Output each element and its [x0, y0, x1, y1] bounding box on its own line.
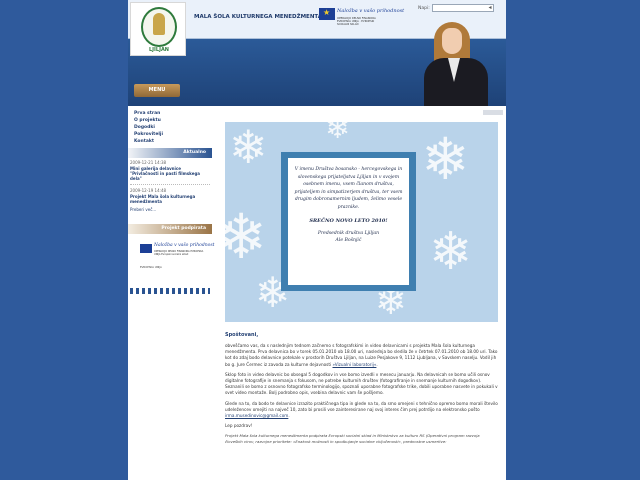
article-paragraph: Glede na to, da bodo te delavnice izrazi…: [225, 400, 498, 419]
sponsor-title: Naložba v vašo prihodnost: [154, 243, 215, 248]
page: LJILJAN MALA ŠOLA KULTURNEGA MENEDŽMENTA…: [128, 0, 506, 480]
card-message: V imenu Društva bosansko - hercegovskega…: [288, 158, 409, 285]
eu-banner: Naložba v vašo prihodnost OPERACIJO DELN…: [319, 6, 404, 32]
article-footnote: Projekt Mala šola kulturnega menedžmenta…: [225, 433, 480, 444]
nav-item-about[interactable]: O projektu: [134, 117, 163, 124]
snowflake-icon: ❄: [429, 222, 473, 282]
news-title[interactable]: Mini galerija delavnice "Privlačnosti in…: [130, 166, 210, 181]
print-icon[interactable]: [483, 110, 503, 115]
snowflake-icon: ❄: [325, 122, 351, 146]
card-greeting: SREČNO NOVO LETO 2010!: [309, 217, 388, 224]
holiday-card: ❄ ❄ ❄ ❄ ❄ ❄ ❄ V imenu Društva bosansko -…: [225, 122, 498, 322]
email-link[interactable]: irma.musedinovic@gmail.com: [225, 413, 288, 418]
snowflake-icon: ❄: [229, 122, 268, 174]
nav-item-sponsors[interactable]: Pokrovitelji: [134, 131, 163, 138]
news-title[interactable]: Projekt Mala šola kulturnega menedžmenta: [130, 194, 210, 204]
read-more-link[interactable]: Preberi več...: [130, 207, 210, 212]
card-signer-role: Predsednik društva Ljiljan: [317, 230, 380, 236]
sponsors-header: Projekt podpirata: [128, 224, 212, 234]
logo-text: LJILJAN: [148, 47, 169, 53]
card-text: V imenu Društva bosansko - hercegovskega…: [294, 167, 403, 210]
snowflake-icon: ❄: [421, 125, 470, 193]
news-list: 2009-12-21 14:38 Mini galerija delavnice…: [130, 160, 210, 212]
site-title: MALA ŠOLA KULTURNEGA MENEDŽMENTA: [194, 14, 323, 20]
article-paragraph: obveščamo vas, da s naslednjim tednom za…: [225, 343, 498, 367]
nav-item-contact[interactable]: Kontakt: [134, 138, 163, 145]
search-input[interactable]: [432, 4, 494, 12]
search-arrow-icon[interactable]: ◂: [486, 4, 494, 12]
ministry-logo[interactable]: [130, 288, 210, 294]
nav-item-events[interactable]: Dogodki: [134, 124, 163, 131]
article: Spoštovani, obveščamo vas, da s naslednj…: [225, 332, 498, 444]
menu-tab[interactable]: MENU: [134, 84, 180, 97]
eu-flag-icon: [319, 8, 335, 20]
article-paragraph: Sklop foto in video delavnic bo obsegal …: [225, 371, 498, 396]
main-nav: Prva stran O projektu Dogodki Pokrovitel…: [134, 110, 163, 145]
eu-flag-icon: [140, 244, 152, 253]
eu-subtitle: OPERACIJO DELNO FINANCIRA EVROPSKA UNIJA…: [337, 17, 376, 27]
nav-item-home[interactable]: Prva stran: [134, 110, 163, 117]
lab-link[interactable]: »Vizualni laboratorij«: [333, 362, 377, 367]
header-photo: [406, 18, 506, 106]
article-title: Spoštovani,: [225, 332, 259, 338]
eu-title: Naložba v vašo prihodnost: [337, 8, 405, 14]
sidebar: Prva stran O projektu Dogodki Pokrovitel…: [128, 106, 214, 480]
card-signer-name: Ale Bošnjić: [335, 237, 362, 243]
sponsor-subtitle: OPERACIJO DELNO FINANCIRA EVROPSKA UNIJA…: [154, 250, 204, 256]
news-header: Aktualno: [128, 148, 212, 158]
logo[interactable]: LJILJAN: [130, 2, 186, 56]
search-label: Napi:: [418, 6, 430, 11]
snowflake-icon: ❄: [225, 200, 267, 273]
sponsor-eu-logo[interactable]: Naložba v vašo prihodnost OPERACIJO DELN…: [140, 242, 214, 264]
sponsor-eu-caption: EVROPSKA UNIJA: [140, 266, 162, 269]
lily-icon: [153, 13, 165, 35]
header: LJILJAN MALA ŠOLA KULTURNEGA MENEDŽMENTA…: [128, 0, 506, 106]
article-closing: Lep pozdrav!: [225, 423, 253, 429]
